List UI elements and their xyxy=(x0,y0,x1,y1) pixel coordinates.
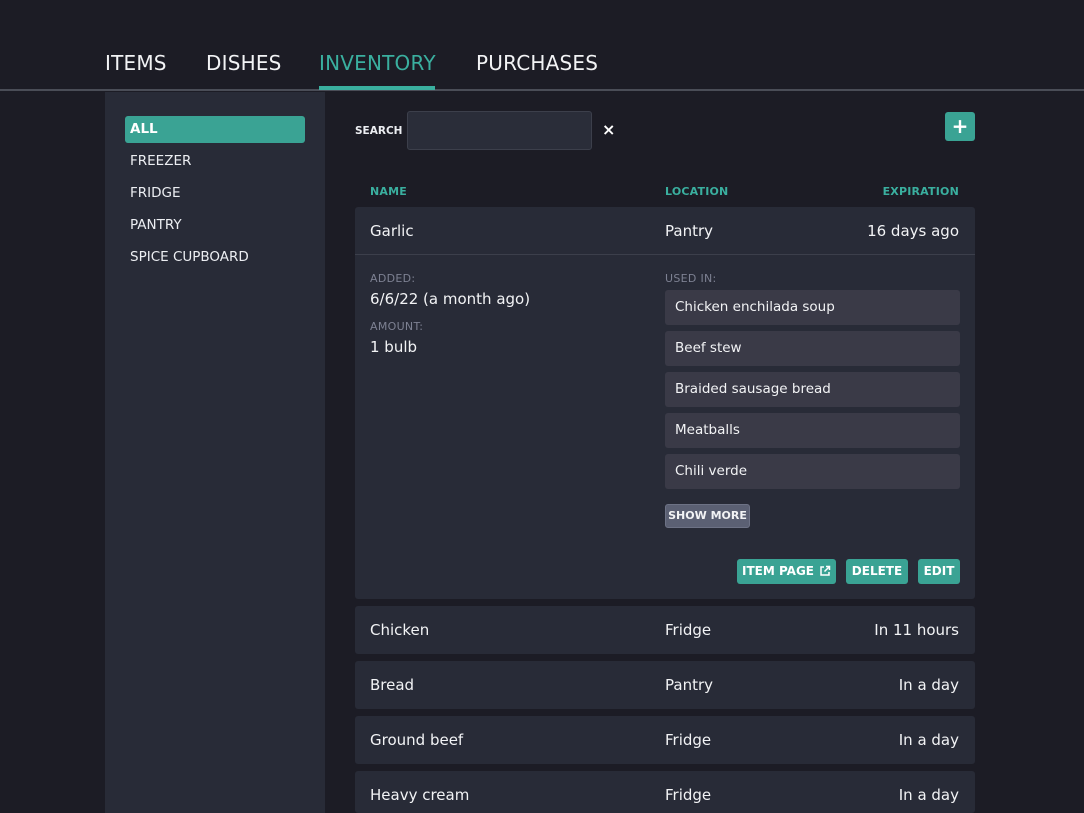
item-location: Pantry xyxy=(665,222,713,240)
show-more-button[interactable]: SHOW MORE xyxy=(665,504,750,528)
amount-label: AMOUNT: xyxy=(370,320,424,333)
row-location: Fridge xyxy=(665,621,712,639)
item-expiration: 16 days ago xyxy=(867,222,959,240)
tab-purchases[interactable]: PURCHASES xyxy=(476,51,598,75)
used-in-label: USED IN: xyxy=(665,272,717,285)
location-sidebar: ALL FREEZER FRIDGE PANTRY SPICE CUPBOARD xyxy=(105,92,325,813)
row-location: Fridge xyxy=(665,731,712,749)
item-name: Garlic xyxy=(370,222,414,240)
row-location: Fridge xyxy=(665,786,712,804)
table-row[interactable]: Heavy cream Fridge In a day xyxy=(355,771,975,813)
expanded-inventory-row: Garlic Pantry 16 days ago ADDED: 6/6/22 … xyxy=(355,207,975,599)
row-name: Heavy cream xyxy=(370,786,470,804)
sidebar-item-spice-cupboard[interactable]: SPICE CUPBOARD xyxy=(125,244,305,271)
table-row[interactable]: Chicken Fridge In 11 hours xyxy=(355,606,975,654)
search-label: SEARCH xyxy=(355,125,403,137)
row-expiration: In a day xyxy=(898,731,959,749)
row-expiration: In 11 hours xyxy=(874,621,959,639)
item-page-button[interactable]: ITEM PAGE xyxy=(737,559,836,584)
add-item-button[interactable]: + xyxy=(945,112,975,141)
column-header-location: LOCATION xyxy=(665,185,729,198)
row-name: Bread xyxy=(370,676,415,694)
expanded-row-header[interactable]: Garlic Pantry 16 days ago xyxy=(355,207,975,255)
item-page-label: ITEM PAGE xyxy=(742,564,814,578)
clear-search-icon[interactable]: × xyxy=(602,120,616,140)
added-label: ADDED: xyxy=(370,272,416,285)
sidebar-item-freezer[interactable]: FREEZER xyxy=(125,148,305,175)
inventory-main: SEARCH × + NAME LOCATION EXPIRATION Garl… xyxy=(355,92,975,813)
used-in-dish[interactable]: Braided sausage bread xyxy=(665,372,960,407)
tab-items[interactable]: ITEMS xyxy=(105,51,167,75)
search-input[interactable] xyxy=(407,111,592,150)
column-header-expiration: EXPIRATION xyxy=(882,185,959,198)
row-expiration: In a day xyxy=(898,786,959,804)
row-expiration: In a day xyxy=(898,676,959,694)
external-link-icon xyxy=(819,561,831,586)
used-in-dish[interactable]: Meatballs xyxy=(665,413,960,448)
tab-inventory[interactable]: INVENTORY xyxy=(319,51,436,75)
table-row[interactable]: Bread Pantry In a day xyxy=(355,661,975,709)
top-nav: ITEMS DISHES INVENTORY PURCHASES xyxy=(0,0,1084,91)
sidebar-item-fridge[interactable]: FRIDGE xyxy=(125,180,305,207)
row-name: Chicken xyxy=(370,621,430,639)
row-location: Pantry xyxy=(665,676,713,694)
table-row[interactable]: Ground beef Fridge In a day xyxy=(355,716,975,764)
used-in-dish[interactable]: Beef stew xyxy=(665,331,960,366)
used-in-dish[interactable]: Chicken enchilada soup xyxy=(665,290,960,325)
tab-dishes[interactable]: DISHES xyxy=(206,51,282,75)
used-in-dish[interactable]: Chili verde xyxy=(665,454,960,489)
row-name: Ground beef xyxy=(370,731,464,749)
active-tab-indicator xyxy=(319,86,435,90)
sidebar-item-pantry[interactable]: PANTRY xyxy=(125,212,305,239)
edit-button[interactable]: EDIT xyxy=(918,559,960,584)
amount-value: 1 bulb xyxy=(370,338,418,356)
column-header-name: NAME xyxy=(370,185,407,198)
delete-button[interactable]: DELETE xyxy=(846,559,908,584)
sidebar-item-all[interactable]: ALL xyxy=(125,116,305,143)
added-value: 6/6/22 (a month ago) xyxy=(370,290,531,308)
